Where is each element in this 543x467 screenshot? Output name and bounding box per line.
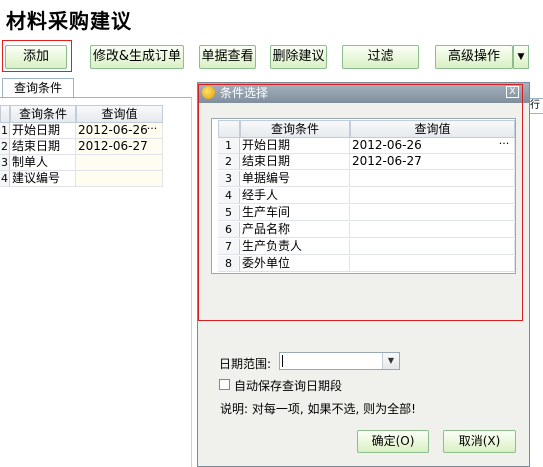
autosave-checkbox[interactable] [219, 379, 230, 390]
row-number: 4 [0, 171, 10, 187]
note-text: 说明: 对每一项, 如果不选, 则为全部! [220, 402, 416, 416]
column-header-value: 查询值 [76, 105, 163, 123]
table-cell-value[interactable] [350, 256, 515, 272]
table-cell-value[interactable]: 2012-06-27 [350, 154, 515, 170]
filter-button[interactable]: 过滤 [342, 45, 419, 69]
table-cell-condition[interactable]: 开始日期 [10, 123, 76, 139]
table-cell-value[interactable]: 2012-06-27 [76, 139, 163, 155]
table-cell-value[interactable] [350, 171, 515, 187]
table-cell-condition[interactable]: 结束日期 [10, 139, 76, 155]
table-cell-value[interactable] [350, 188, 515, 204]
table-cell-condition[interactable]: 制单人 [10, 155, 76, 171]
cancel-button[interactable]: 取消(X) [443, 430, 516, 453]
edit-generate-order-button[interactable]: 修改&生成订单 [90, 45, 184, 69]
row-number: 1 [0, 123, 10, 139]
row-number-header [218, 120, 240, 138]
row-number: 2 [0, 139, 10, 155]
table-cell-condition[interactable]: 开始日期 [240, 138, 350, 154]
page-title: 材料采购建议 [6, 9, 132, 33]
table-cell-condition[interactable]: 委外单位 [240, 256, 350, 272]
row-number: 4 [218, 188, 240, 204]
column-header-condition: 查询条件 [10, 105, 76, 123]
table-cell-value[interactable] [76, 171, 163, 187]
tab-query-conditions[interactable]: 查询条件 [2, 78, 74, 98]
table-cell-value[interactable] [350, 205, 515, 221]
view-document-button[interactable]: 单据查看 [199, 45, 256, 69]
date-range-label: 日期范围: [219, 357, 272, 371]
table-cell-condition[interactable]: 建议编号 [10, 171, 76, 187]
column-header-condition: 查询条件 [240, 120, 350, 138]
row-number-header [0, 105, 10, 123]
table-cell-condition[interactable]: 经手人 [240, 188, 350, 204]
table-cell-condition[interactable]: 生产车间 [240, 205, 350, 221]
chevron-down-icon[interactable]: ▼ [513, 45, 529, 69]
table-cell-condition[interactable]: 结束日期 [240, 154, 350, 170]
row-number: 3 [218, 171, 240, 187]
row-number: 5 [218, 205, 240, 221]
row-number: 3 [0, 155, 10, 171]
ellipsis-icon[interactable]: ··· [496, 138, 512, 153]
date-range-select[interactable]: ▼ [279, 352, 400, 370]
ellipsis-icon[interactable]: ··· [144, 123, 160, 138]
text-caret [282, 355, 283, 367]
background-column-fragment: 行 [529, 98, 543, 114]
add-button-highlight [2, 40, 72, 72]
chevron-down-icon[interactable]: ▼ [382, 353, 399, 369]
table-cell-condition[interactable]: 生产负责人 [240, 239, 350, 255]
table-cell-value[interactable]: 2012-06-26 [350, 138, 515, 154]
row-number: 6 [218, 222, 240, 238]
autosave-label[interactable]: 自动保存查询日期段 [234, 377, 342, 394]
delete-suggestion-button[interactable]: 删除建议 [270, 45, 327, 69]
table-cell-condition[interactable]: 产品名称 [240, 222, 350, 238]
row-number: 1 [218, 138, 240, 154]
row-number: 7 [218, 239, 240, 255]
ok-button[interactable]: 确定(O) [357, 430, 429, 453]
table-cell-value[interactable] [350, 239, 515, 255]
table-cell-value[interactable] [350, 222, 515, 238]
table-cell-condition[interactable]: 单据编号 [240, 171, 350, 187]
row-number: 2 [218, 154, 240, 170]
table-cell-value[interactable] [76, 155, 163, 171]
row-number: 8 [218, 256, 240, 272]
column-header-value: 查询值 [350, 120, 515, 138]
advanced-operations-button[interactable]: 高级操作 [435, 45, 513, 69]
